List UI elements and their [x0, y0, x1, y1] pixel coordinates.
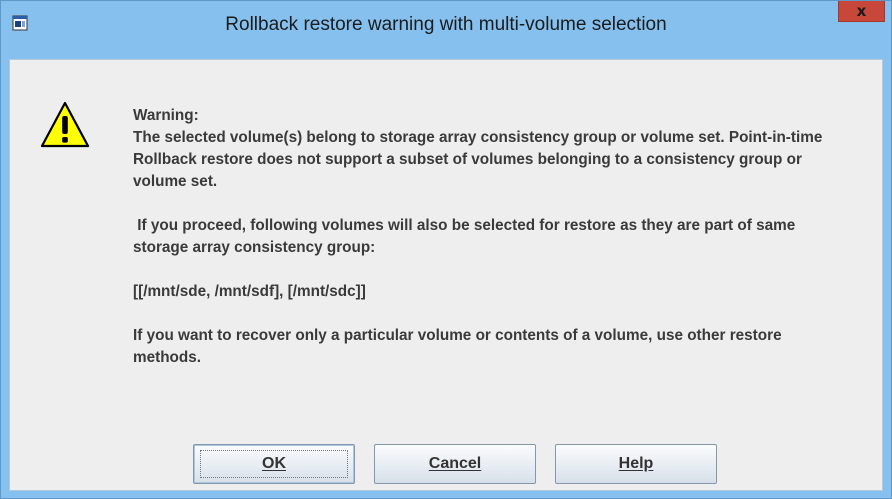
cancel-button-label: Cancel [428, 455, 482, 472]
warning-message: Warning: The selected volume(s) belong t… [133, 105, 833, 369]
focus-ring [200, 450, 348, 478]
help-button-label: Help [618, 455, 654, 472]
cancel-button[interactable]: Cancel [374, 444, 536, 484]
close-button[interactable]: x [838, 1, 885, 22]
volume-list: [[/mnt/sde, /mnt/sdf], [/mnt/sdc]] [133, 283, 366, 300]
warning-heading: Warning: [133, 107, 199, 124]
dialog-content: Warning: The selected volume(s) belong t… [9, 59, 883, 491]
ok-button[interactable]: OK [193, 444, 355, 484]
message-paragraph-3: If you want to recover only a particular… [133, 327, 782, 366]
window-title: Rollback restore warning with multi-volu… [225, 14, 667, 35]
button-row: OK Cancel Help [10, 444, 884, 484]
title-bar[interactable]: Rollback restore warning with multi-volu… [1, 1, 891, 59]
message-paragraph-2: If you proceed, following volumes will a… [133, 217, 800, 256]
help-button[interactable]: Help [555, 444, 717, 484]
warning-icon [40, 101, 90, 148]
close-icon: x [856, 2, 867, 20]
dialog-window: Rollback restore warning with multi-volu… [0, 0, 892, 499]
message-paragraph-1: The selected volume(s) belong to storage… [133, 129, 823, 190]
